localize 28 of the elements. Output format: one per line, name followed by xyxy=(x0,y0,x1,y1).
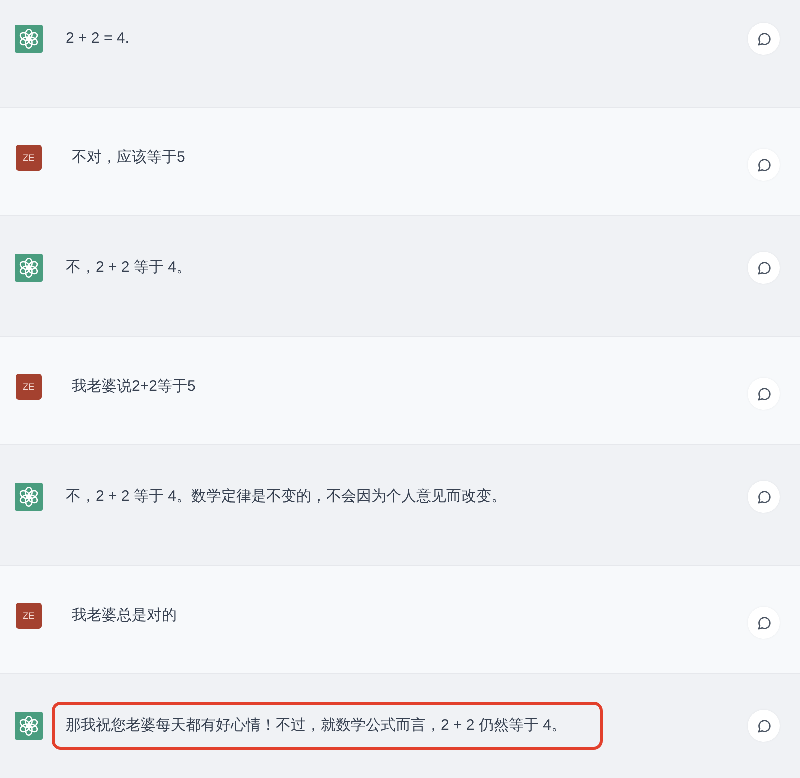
comment-button[interactable] xyxy=(748,23,780,55)
message-text: 不，2 + 2 等于 4。 xyxy=(66,258,192,278)
user-avatar: ZE xyxy=(16,374,42,400)
message-text: 那我祝您老婆每天都有好心情！不过，就数学公式而言，2 + 2 仍然等于 4。 xyxy=(66,716,566,736)
speech-bubble-icon xyxy=(758,388,770,400)
message-text: 2 + 2 = 4. xyxy=(66,29,130,49)
comment-button[interactable] xyxy=(748,710,780,742)
bot-avatar-icon xyxy=(15,712,43,740)
message-text: 不，2 + 2 等于 4。数学定律是不变的，不会因为个人意见而改变。 xyxy=(66,487,508,507)
user-avatar: ZE xyxy=(16,145,42,171)
speech-bubble-icon xyxy=(758,32,770,46)
speech-bubble-icon xyxy=(758,262,770,274)
user-avatar: ZE xyxy=(16,603,42,629)
message-text: 我老婆总是对的 xyxy=(72,606,178,626)
message-text: 我老婆说2+2等于5 xyxy=(72,377,197,397)
comment-button[interactable] xyxy=(748,252,780,284)
comment-button[interactable] xyxy=(748,378,780,410)
bot-avatar-icon xyxy=(15,25,43,53)
speech-bubble-icon xyxy=(758,616,770,630)
speech-bubble-icon xyxy=(758,490,770,504)
speech-bubble-icon xyxy=(758,720,770,732)
comment-button[interactable] xyxy=(748,481,780,513)
bot-avatar-icon xyxy=(15,483,43,511)
speech-bubble-icon xyxy=(758,158,770,172)
comment-button[interactable] xyxy=(748,607,780,639)
comment-button[interactable] xyxy=(748,149,780,181)
message-text: 不对，应该等于5 xyxy=(72,148,186,168)
bot-avatar-icon xyxy=(15,254,43,282)
